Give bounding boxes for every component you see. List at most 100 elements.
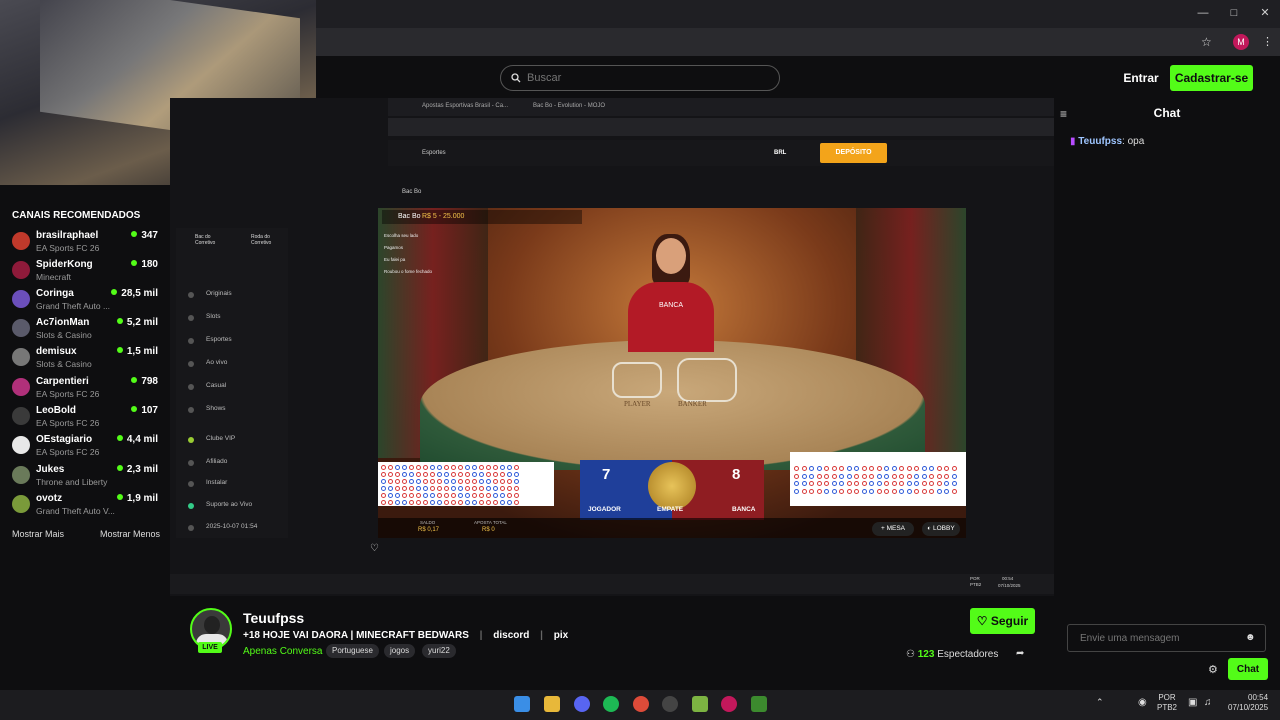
sidebar-channel-brasilraphael[interactable]: brasilraphael EA Sports FC 26 347 bbox=[12, 230, 162, 258]
share-icon[interactable]: ➦ bbox=[1016, 648, 1028, 660]
install-icon bbox=[188, 481, 194, 487]
slots-icon bbox=[188, 315, 194, 321]
bead-road-dot bbox=[839, 488, 844, 494]
clock-icon bbox=[188, 525, 194, 531]
player-score: 7 bbox=[602, 466, 611, 483]
sidebar-channel-demisux[interactable]: demisux Slots & Casino 1,5 mil bbox=[12, 346, 162, 374]
sidebar-channel-oestagiario[interactable]: OEstagiario EA Sports FC 26 4,4 mil bbox=[12, 434, 162, 462]
show-less-link[interactable]: Mostrar Menos bbox=[100, 529, 160, 539]
bead-road-dot bbox=[430, 479, 435, 484]
bead-road-dot bbox=[437, 479, 442, 484]
chat-input[interactable] bbox=[1067, 624, 1266, 652]
gear-icon[interactable]: ⚙ bbox=[1208, 663, 1220, 676]
bead-road-dot bbox=[451, 472, 456, 477]
bead-road-dot bbox=[395, 486, 400, 491]
chat-message: ▮ Teuufpss: opa bbox=[1070, 136, 1145, 147]
tie-label: EMPATE bbox=[657, 506, 684, 513]
bead-road-dot bbox=[500, 465, 505, 470]
bead-road-dot bbox=[891, 481, 897, 486]
keyboard-language[interactable]: POR PTB2 bbox=[1157, 693, 1177, 713]
bead-road-dot bbox=[884, 473, 889, 479]
stream-title: +18 HOJE VAI DAORA | MINECRAFT BEDWARS |… bbox=[243, 630, 569, 641]
show-more-link[interactable]: Mostrar Mais bbox=[12, 529, 64, 539]
bead-road-dot bbox=[486, 479, 491, 484]
microphone-icon[interactable]: ◉ bbox=[1138, 697, 1147, 708]
login-button[interactable]: Entrar bbox=[1118, 66, 1164, 90]
bead-road-dot bbox=[816, 473, 822, 479]
bead-road-dot bbox=[444, 500, 449, 505]
chrome-profile-icon[interactable] bbox=[721, 696, 737, 712]
pix-link[interactable]: pix bbox=[554, 630, 568, 641]
bead-road-dot bbox=[416, 465, 421, 470]
bead-road-dot bbox=[479, 465, 484, 470]
bead-road-dot bbox=[876, 488, 882, 494]
bead-road-dot bbox=[402, 493, 407, 498]
bead-road-dot bbox=[854, 473, 859, 479]
search-box[interactable] bbox=[500, 65, 780, 91]
bead-road-dot bbox=[409, 486, 414, 491]
browser-menu-icon[interactable]: ⋮ bbox=[1262, 35, 1273, 49]
tray-chevron-icon[interactable]: ⌃ bbox=[1096, 697, 1104, 708]
follow-button[interactable]: ♡ Seguir bbox=[970, 608, 1035, 634]
search-input[interactable] bbox=[527, 72, 757, 84]
spotify-icon[interactable] bbox=[603, 696, 619, 712]
system-clock[interactable]: 00:54 07/10/2025 bbox=[1228, 693, 1268, 713]
close-icon[interactable]: ✕ bbox=[1258, 6, 1272, 20]
channel-name[interactable]: Teuufpss bbox=[243, 610, 304, 626]
maximize-icon[interactable]: □ bbox=[1227, 6, 1241, 20]
dealer-badge: BANCA bbox=[658, 302, 684, 309]
emote-icon[interactable]: ☻ bbox=[1245, 632, 1257, 644]
minimize-icon[interactable]: — bbox=[1196, 6, 1210, 20]
minecraft-icon[interactable] bbox=[751, 696, 767, 712]
obs-icon[interactable] bbox=[662, 696, 678, 712]
bookmark-star-icon[interactable]: ☆ bbox=[1201, 35, 1215, 49]
tag-yuri22[interactable]: yuri22 bbox=[422, 644, 456, 658]
bead-road-dot bbox=[831, 488, 837, 494]
bead-road-right bbox=[790, 452, 966, 506]
file-explorer-icon[interactable] bbox=[544, 696, 560, 712]
discord-link[interactable]: discord bbox=[493, 630, 529, 641]
tag-portuguese[interactable]: Portuguese bbox=[326, 644, 379, 658]
stream-category[interactable]: Apenas Conversa bbox=[243, 646, 323, 657]
sidebar-channel-ac7ionman[interactable]: Ac7ionMan Slots & Casino 5,2 mil bbox=[12, 317, 162, 345]
bead-road-dot bbox=[944, 488, 949, 494]
sidebar-channel-spiderkong[interactable]: SpiderKong Minecraft 180 bbox=[12, 259, 162, 287]
bead-road-dot bbox=[451, 493, 456, 498]
volume-icon[interactable]: ♫ bbox=[1204, 697, 1212, 708]
sidebar-channel-jukes[interactable]: Jukes Throne and Liberty 2,3 mil bbox=[12, 464, 162, 492]
sidebar-channel-carpentieri[interactable]: Carpentieri EA Sports FC 26 798 bbox=[12, 376, 162, 404]
bead-road-dot bbox=[846, 481, 852, 486]
bead-road-dot bbox=[465, 493, 470, 498]
bead-road-dot bbox=[479, 493, 484, 498]
bead-road-dot bbox=[884, 466, 889, 471]
chrome-icon[interactable] bbox=[633, 696, 649, 712]
start-icon[interactable] bbox=[514, 696, 530, 712]
bead-road-dot bbox=[906, 481, 912, 486]
bead-road-dot bbox=[507, 486, 512, 491]
android-icon[interactable] bbox=[692, 696, 708, 712]
bead-road-dot bbox=[409, 493, 414, 498]
bead-road-dot bbox=[423, 500, 428, 505]
bead-road-dot bbox=[869, 466, 874, 471]
tag-jogos[interactable]: jogos bbox=[384, 644, 416, 658]
sidebar-channel-coringa[interactable]: Coringa Grand Theft Auto ... 28,5 mil bbox=[12, 288, 162, 316]
sidebar-channel-ovotz[interactable]: ovotz Grand Theft Auto V... 1,9 mil bbox=[12, 493, 162, 521]
bead-road-dot bbox=[437, 493, 442, 498]
bead-road-dot bbox=[899, 473, 904, 479]
signup-button[interactable]: Cadastrar-se bbox=[1170, 65, 1253, 91]
sidebar-channel-leobold[interactable]: LeoBold EA Sports FC 26 107 bbox=[12, 405, 162, 433]
discord-icon[interactable] bbox=[574, 696, 590, 712]
live-dot-icon bbox=[116, 318, 123, 324]
bead-road-dot bbox=[846, 473, 852, 479]
network-icon[interactable]: ▣ bbox=[1188, 697, 1197, 708]
bead-road-dot bbox=[423, 486, 428, 491]
bead-road-dot bbox=[472, 486, 477, 491]
profile-avatar[interactable]: M bbox=[1233, 34, 1249, 50]
live-dot-icon bbox=[131, 231, 138, 237]
bead-road-dot bbox=[514, 465, 519, 470]
bead-road-dot bbox=[831, 481, 837, 486]
bead-road-dot bbox=[794, 488, 799, 494]
chat-send-button[interactable]: Chat bbox=[1228, 658, 1268, 680]
bead-road-dot bbox=[514, 479, 519, 484]
game-top-bar: Bac Bo R$ 5 - 25.000 bbox=[382, 210, 582, 224]
